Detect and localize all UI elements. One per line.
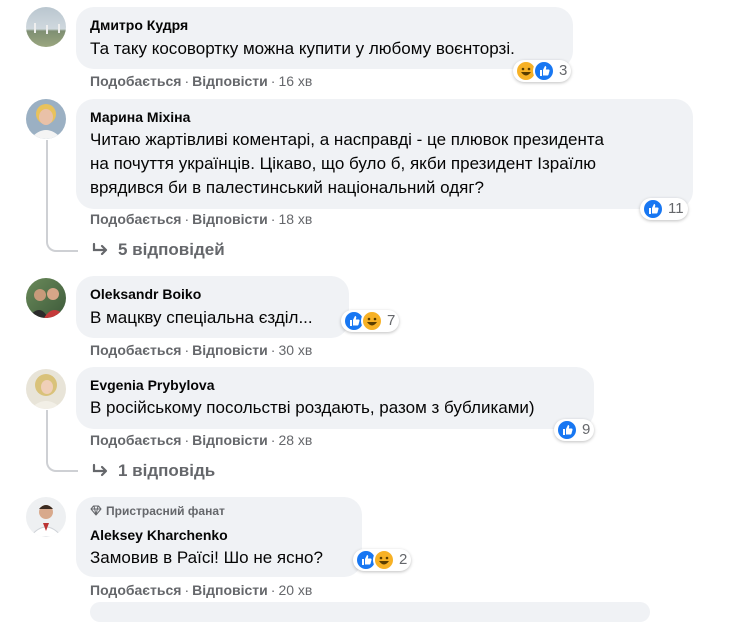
avatar-image: [30, 104, 62, 139]
timestamp[interactable]: 28 хв: [278, 432, 312, 448]
comment-actions: Подобається · Відповісти · 28 хв: [90, 431, 312, 449]
reaction-count: 11: [668, 200, 684, 217]
haha-icon: [373, 549, 395, 571]
comment-author[interactable]: Oleksandr Boiko: [90, 285, 201, 303]
reply-button[interactable]: Відповісти: [192, 582, 268, 598]
comment-bubble: Evgenia Prybylova В російському посольст…: [76, 367, 594, 429]
comment-author[interactable]: Дмитро Кудря: [90, 16, 188, 34]
thread-line: [46, 140, 48, 235]
reply-button[interactable]: Відповісти: [192, 211, 268, 227]
reaction-summary[interactable]: 3: [513, 60, 572, 82]
separator: ·: [184, 342, 190, 358]
view-replies-button[interactable]: 5 відповідей: [92, 240, 225, 260]
comment-text: Читаю жартівливі коментарі, а насправді …: [90, 130, 604, 197]
avatar[interactable]: [26, 369, 66, 409]
comment-author[interactable]: Aleksey Kharchenko: [90, 526, 228, 544]
reply-button[interactable]: Відповісти: [192, 432, 268, 448]
comment-text: Та таку косовортку можна купити у любому…: [90, 39, 515, 58]
comment-actions: Подобається · Відповісти · 30 хв: [90, 341, 312, 359]
separator: ·: [184, 432, 190, 448]
comment-bubble: Oleksandr Boiko В мацкву спеціальна єзді…: [76, 276, 349, 338]
timestamp[interactable]: 20 хв: [278, 582, 312, 598]
reaction-count: 2: [399, 551, 408, 568]
separator: ·: [270, 432, 276, 448]
diamond-icon: [90, 505, 102, 516]
thread-elbow: [46, 450, 78, 472]
separator: ·: [184, 73, 190, 89]
badge-label: Пристрасний фанат: [106, 504, 225, 518]
comment-text: Замовив в Раїсі! Шо не ясно?: [90, 548, 323, 567]
avatar[interactable]: [26, 99, 66, 139]
comment-author[interactable]: Марина Міхіна: [90, 108, 190, 126]
comment-actions: Подобається · Відповісти · 16 хв: [90, 72, 312, 90]
avatar-image: [34, 23, 60, 34]
avatar[interactable]: [26, 278, 66, 318]
avatar-image: [28, 288, 66, 318]
comment-bubble: Пристрасний фанат Aleksey Kharchenko Зам…: [76, 497, 362, 577]
separator: ·: [270, 582, 276, 598]
reaction-count: 7: [387, 312, 396, 329]
replies-label: 1 відповідь: [118, 461, 216, 480]
avatar-image: [30, 374, 62, 409]
reply-button[interactable]: Відповісти: [192, 73, 268, 89]
like-button[interactable]: Подобається: [90, 432, 181, 448]
reaction-summary[interactable]: 7: [341, 310, 400, 332]
comment-bubble: Марина Міхіна Читаю жартівливі коментарі…: [76, 99, 693, 209]
reaction-count: 9: [582, 421, 591, 438]
replies-label: 5 відповідей: [118, 240, 225, 259]
like-icon: [556, 419, 578, 441]
like-icon: [533, 60, 555, 82]
separator: ·: [270, 342, 276, 358]
separator: ·: [270, 211, 276, 227]
reaction-count: 3: [559, 62, 568, 79]
like-button[interactable]: Подобається: [90, 211, 181, 227]
separator: ·: [270, 73, 276, 89]
comment-text: В російському посольстві роздають, разом…: [90, 398, 535, 417]
thread-elbow: [46, 234, 78, 252]
like-button[interactable]: Подобається: [90, 582, 181, 598]
reply-arrow-icon: [92, 242, 108, 256]
view-replies-button[interactable]: 1 відповідь: [92, 461, 215, 481]
reaction-summary[interactable]: 11: [640, 198, 688, 220]
reply-button[interactable]: Відповісти: [192, 342, 268, 358]
like-icon: [642, 198, 664, 220]
separator: ·: [184, 211, 190, 227]
comment-text: В мацкву спеціальна єзділ...: [90, 308, 313, 327]
timestamp[interactable]: 16 хв: [278, 73, 312, 89]
reply-arrow-icon: [92, 463, 108, 477]
timestamp[interactable]: 18 хв: [278, 211, 312, 227]
avatar[interactable]: [26, 497, 66, 537]
avatar-image: [29, 505, 63, 537]
reaction-summary[interactable]: 9: [554, 419, 595, 441]
reaction-summary[interactable]: 2: [353, 549, 412, 571]
haha-icon: [361, 310, 383, 332]
comment-actions: Подобається · Відповісти · 20 хв: [90, 581, 312, 599]
comment-bubble: Дмитро Кудря Та таку косовортку можна ку…: [76, 7, 573, 69]
comment-author[interactable]: Evgenia Prybylova: [90, 376, 215, 394]
fan-badge[interactable]: Пристрасний фанат: [90, 503, 225, 519]
avatar[interactable]: [26, 7, 66, 47]
separator: ·: [184, 582, 190, 598]
timestamp[interactable]: 30 хв: [278, 342, 312, 358]
like-button[interactable]: Подобається: [90, 73, 181, 89]
comment-actions: Подобається · Відповісти · 18 хв: [90, 210, 312, 228]
thread-line: [46, 410, 48, 450]
like-button[interactable]: Подобається: [90, 342, 181, 358]
next-comment-bubble: [90, 602, 650, 622]
